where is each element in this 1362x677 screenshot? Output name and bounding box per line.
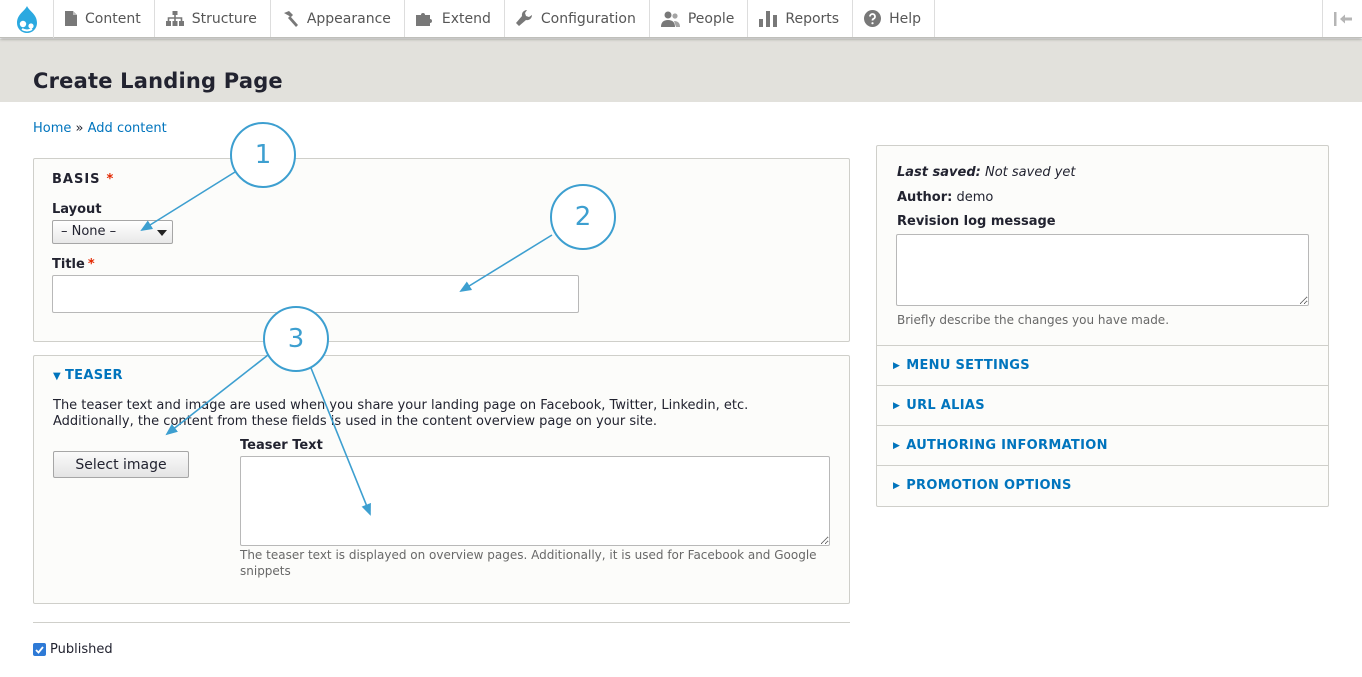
- title-input[interactable]: [52, 275, 579, 313]
- layout-select-value: – None –: [61, 224, 117, 239]
- section-label: URL ALIAS: [906, 398, 985, 413]
- paintbrush-icon: [283, 10, 298, 27]
- drupal-logo-icon[interactable]: [0, 0, 54, 38]
- teaser-toggle[interactable]: ▼ TEASER: [53, 368, 123, 383]
- toolbar-orientation-toggle[interactable]: [1322, 0, 1362, 37]
- title-label: Title *: [52, 257, 95, 272]
- select-caret-icon: [157, 230, 167, 236]
- admin-toolbar: Content Structure Appearance Extend Conf…: [0, 0, 1362, 38]
- toolbar-item-people[interactable]: People: [650, 0, 749, 37]
- section-label: AUTHORING INFORMATION: [906, 438, 1108, 453]
- teaser-text-label: Teaser Text: [240, 438, 323, 453]
- section-label: PROMOTION OPTIONS: [906, 478, 1072, 493]
- teaser-summary-text: TEASER: [65, 368, 123, 383]
- teaser-text-textarea[interactable]: [240, 456, 830, 546]
- layout-label: Layout: [52, 202, 102, 217]
- collapsed-triangle-icon: ▶: [893, 401, 901, 411]
- promotion-options-toggle[interactable]: ▶ PROMOTION OPTIONS: [877, 465, 1328, 505]
- basis-legend-text: BASIS: [52, 172, 101, 187]
- callout-2: 2: [550, 184, 616, 250]
- checkmark-icon: [35, 645, 44, 654]
- breadcrumb: Home » Add content: [33, 121, 167, 136]
- collapsed-triangle-icon: ▶: [893, 441, 901, 451]
- toolbar-item-extend[interactable]: Extend: [405, 0, 505, 37]
- toolbar-item-label: People: [687, 10, 735, 27]
- callout-1: 1: [230, 122, 296, 188]
- sitemap-icon: [165, 11, 184, 26]
- last-saved-label: Last saved:: [897, 165, 981, 180]
- revision-log-help: Briefly describe the changes you have ma…: [897, 313, 1170, 327]
- collapsed-triangle-icon: ▶: [893, 481, 901, 491]
- puzzle-icon: [415, 13, 432, 26]
- basis-legend: BASIS *: [52, 172, 114, 187]
- toolbar-item-label: Help: [889, 10, 921, 27]
- help-icon: [864, 10, 882, 27]
- collapsed-triangle-icon: ▶: [893, 361, 901, 371]
- toolbar-item-label: Configuration: [540, 10, 636, 27]
- section-label: MENU SETTINGS: [906, 358, 1030, 373]
- revision-log-label: Revision log message: [897, 214, 1056, 229]
- form-divider: [33, 622, 850, 623]
- teaser-description: The teaser text and image are used when …: [53, 398, 749, 429]
- url-alias-toggle[interactable]: ▶ URL ALIAS: [877, 385, 1328, 425]
- author-value: demo: [956, 190, 994, 205]
- page-header: Create Landing Page: [0, 39, 1362, 102]
- revision-log-textarea[interactable]: [896, 234, 1309, 306]
- teaser-text-help: The teaser text is displayed on overview…: [240, 548, 817, 578]
- toolbar-item-configuration[interactable]: Configuration: [505, 0, 650, 37]
- bar-chart-icon: [759, 10, 778, 27]
- people-icon: [660, 11, 680, 27]
- breadcrumb-home-link[interactable]: Home: [33, 121, 71, 136]
- layout-select[interactable]: – None –: [52, 220, 173, 244]
- page-title: Create Landing Page: [33, 69, 283, 93]
- last-saved-value: Not saved yet: [984, 165, 1076, 180]
- wrench-icon: [515, 10, 532, 26]
- toolbar-item-label: Structure: [191, 10, 257, 27]
- toolbar-item-content[interactable]: Content: [54, 0, 155, 37]
- toolbar-item-label: Reports: [785, 10, 840, 27]
- toolbar-item-label: Extend: [441, 10, 491, 27]
- toolbar-item-label: Content: [85, 10, 141, 27]
- toolbar-item-appearance[interactable]: Appearance: [271, 0, 405, 37]
- document-icon: [65, 11, 77, 26]
- collapse-left-icon: [1333, 11, 1352, 26]
- breadcrumb-separator: »: [75, 121, 84, 136]
- author-label: Author:: [897, 190, 953, 205]
- expanded-triangle-icon: ▼: [53, 371, 61, 382]
- last-saved-line: Last saved: Not saved yet: [897, 165, 1076, 180]
- author-line: Author: demo: [897, 190, 993, 205]
- published-checkbox-row[interactable]: Published: [33, 642, 113, 657]
- authoring-information-toggle[interactable]: ▶ AUTHORING INFORMATION: [877, 425, 1328, 465]
- basis-fieldset: BASIS * Layout – None – Title *: [33, 158, 850, 342]
- teaser-fieldset: ▼ TEASER The teaser text and image are us…: [33, 355, 850, 604]
- toolbar-item-structure[interactable]: Structure: [155, 0, 271, 37]
- title-label-text: Title: [52, 257, 85, 272]
- breadcrumb-add-content-link[interactable]: Add content: [88, 121, 167, 136]
- toolbar-item-help[interactable]: Help: [853, 0, 935, 37]
- toolbar-item-label: Appearance: [306, 10, 391, 27]
- required-marker: *: [106, 172, 115, 187]
- meta-sidebar: Last saved: Not saved yet Author: demo R…: [876, 145, 1329, 507]
- required-marker: *: [87, 257, 95, 272]
- callout-3: 3: [263, 306, 329, 372]
- toolbar-item-reports[interactable]: Reports: [748, 0, 854, 37]
- select-image-button[interactable]: Select image: [53, 451, 189, 478]
- published-label: Published: [50, 642, 113, 657]
- published-checkbox[interactable]: [33, 643, 46, 656]
- menu-settings-toggle[interactable]: ▶ MENU SETTINGS: [877, 345, 1328, 385]
